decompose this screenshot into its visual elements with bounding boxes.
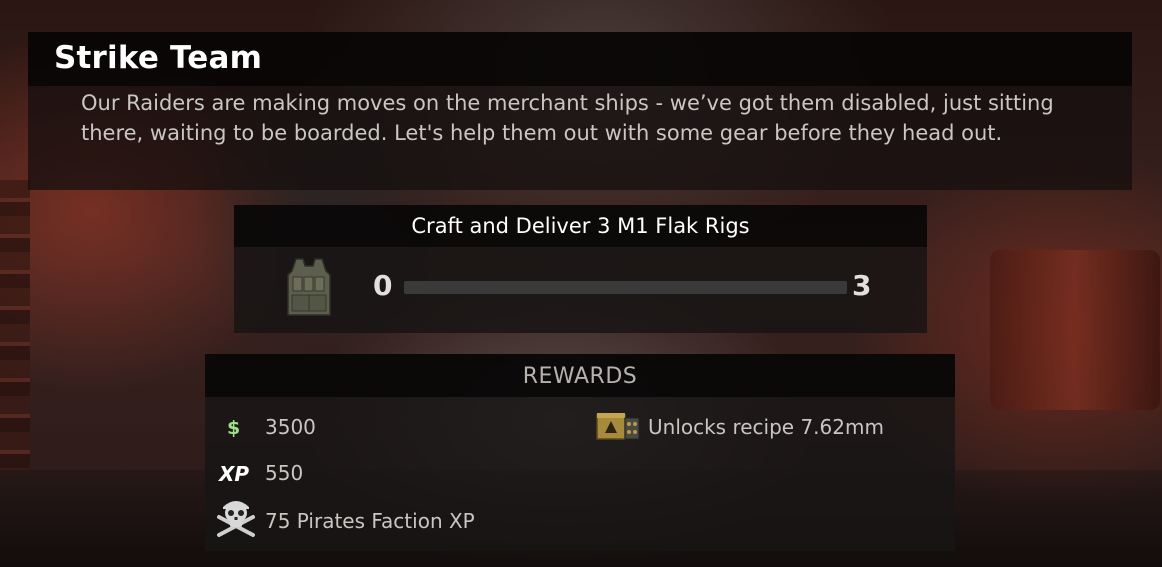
objective-panel: Craft and Deliver 3 M1 Flak Rigs 0 3 (234, 205, 927, 333)
xp-icon: XP (219, 462, 250, 486)
dollar-icon: $ (227, 417, 241, 439)
rewards-panel: REWARDS $ 3500 XP 550 75 Pirates Faction… (205, 354, 955, 551)
quest-title-bar: Strike Team (28, 32, 1132, 86)
ammo-box-icon (596, 413, 640, 440)
reward-xp-value: 550 (265, 461, 304, 485)
progress-bar (404, 281, 847, 294)
progress-current: 0 (373, 269, 393, 302)
background-barrel (990, 250, 1160, 410)
reward-recipe-value: Unlocks recipe 7.62mm (648, 415, 884, 439)
flak-vest-icon (287, 258, 331, 316)
reward-money-value: 3500 (265, 415, 316, 439)
rewards-heading: REWARDS (205, 354, 955, 397)
quest-description: Our Raiders are making moves on the merc… (81, 91, 1054, 145)
pirate-skull-icon (217, 501, 255, 537)
background-chain (0, 180, 30, 470)
quest-header-panel: Strike Team Our Raiders are making moves… (28, 32, 1132, 190)
quest-title: Strike Team (54, 40, 263, 76)
objective-label: Craft and Deliver 3 M1 Flak Rigs (234, 205, 927, 247)
progress-target: 3 (852, 269, 872, 302)
reward-faction-value: 75 Pirates Faction XP (265, 509, 475, 533)
